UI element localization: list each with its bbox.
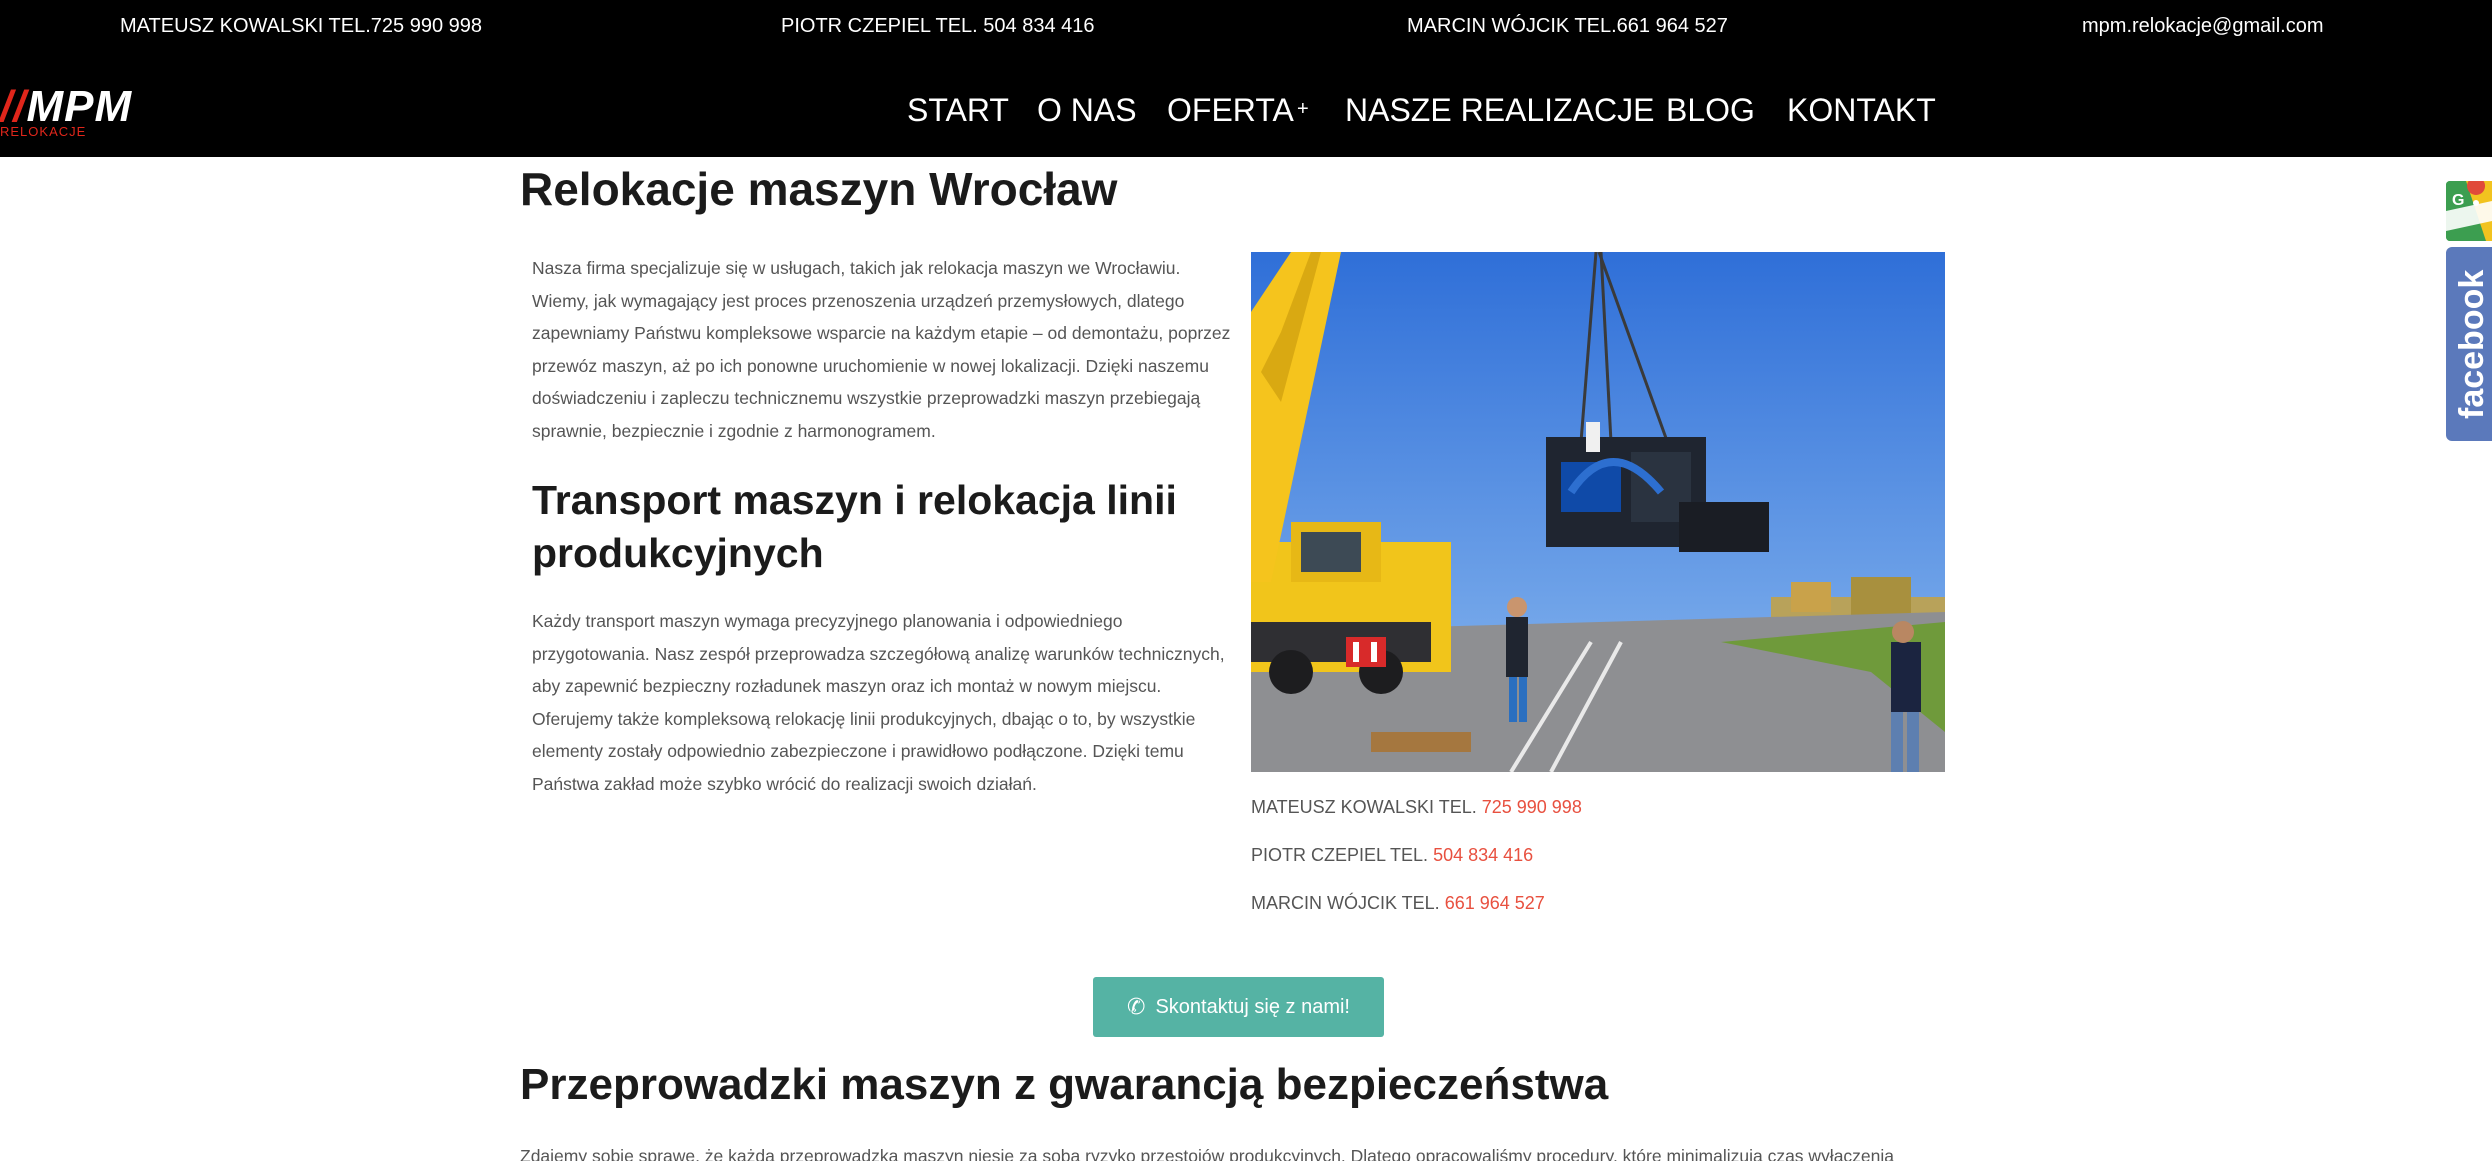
contact-line-kowalski: MATEUSZ KOWALSKI TEL. 725 990 998	[1251, 797, 1582, 818]
crane-machine-photo	[1251, 252, 1945, 772]
nav-item-oferta[interactable]: OFERTA	[1167, 92, 1294, 129]
contact-us-button[interactable]: ✆ Skontaktuj się z nami!	[1093, 977, 1384, 1037]
facebook-label: facebook	[2453, 269, 2491, 419]
intro-paragraph: Nasza firma specjalizuje się w usługach,…	[532, 258, 1231, 441]
topbar-contact-czepiel[interactable]: PIOTR CZEPIEL TEL. 504 834 416	[781, 15, 1095, 38]
contact-label: PIOTR CZEPIEL TEL.	[1251, 845, 1429, 865]
site-logo[interactable]: //MPM RELOKACJE	[0, 82, 150, 140]
google-maps-icon: G	[2446, 181, 2492, 241]
contact-phone-link[interactable]: 504 834 416	[1433, 845, 1533, 865]
contact-phone-link[interactable]: 725 990 998	[1482, 797, 1582, 817]
nav-item-o-nas[interactable]: O NAS	[1037, 92, 1137, 129]
phone-icon: ✆	[1127, 994, 1146, 1019]
nav-item-start[interactable]: START	[907, 92, 1009, 129]
topbar-contact-kowalski[interactable]: MATEUSZ KOWALSKI TEL.725 990 998	[120, 15, 482, 38]
cta-label: Skontaktuj się z nami!	[1155, 995, 1350, 1018]
section-title-safety: Przeprowadzki maszyn z gwarancją bezpiec…	[520, 1060, 1609, 1109]
section-title-transport: Transport maszyn i relokacja linii produ…	[532, 477, 1177, 576]
topbar-email-link[interactable]: mpm.relokacje@gmail.com	[2082, 15, 2323, 38]
nav-item-blog[interactable]: BLOG	[1666, 92, 1755, 129]
contact-line-wojcik: MARCIN WÓJCIK TEL. 661 964 527	[1251, 893, 1545, 914]
top-contact-bar: MATEUSZ KOWALSKI TEL.725 990 998 PIOTR C…	[0, 0, 2492, 56]
logo-subtitle: RELOKACJE	[0, 124, 87, 139]
contact-label: MATEUSZ KOWALSKI TEL.	[1251, 797, 1477, 817]
nav-item-kontakt[interactable]: KONTAKT	[1787, 92, 1936, 129]
safety-paragraph: Zdajemy sobie sprawę, że każda przeprowa…	[520, 1146, 1895, 1161]
oferta-dropdown-plus-icon[interactable]: +	[1297, 98, 1309, 121]
page-title: Relokacje maszyn Wrocław	[520, 163, 1118, 215]
facebook-widget[interactable]: facebook	[2446, 247, 2492, 441]
gmaps-letter: G	[2452, 192, 2464, 209]
google-maps-widget[interactable]: G	[2446, 181, 2492, 241]
contact-line-czepiel: PIOTR CZEPIEL TEL. 504 834 416	[1251, 845, 1533, 866]
transport-paragraph: Każdy transport maszyn wymaga precyzyjne…	[532, 611, 1225, 794]
contact-phone-link[interactable]: 661 964 527	[1445, 893, 1545, 913]
contact-label: MARCIN WÓJCIK TEL.	[1251, 893, 1440, 913]
nav-item-nasze-realizacje[interactable]: NASZE REALIZACJE	[1345, 92, 1654, 129]
main-navbar: //MPM RELOKACJE START O NAS OFERTA + NAS…	[0, 56, 2492, 157]
topbar-contact-wojcik[interactable]: MARCIN WÓJCIK TEL.661 964 527	[1407, 15, 1728, 38]
